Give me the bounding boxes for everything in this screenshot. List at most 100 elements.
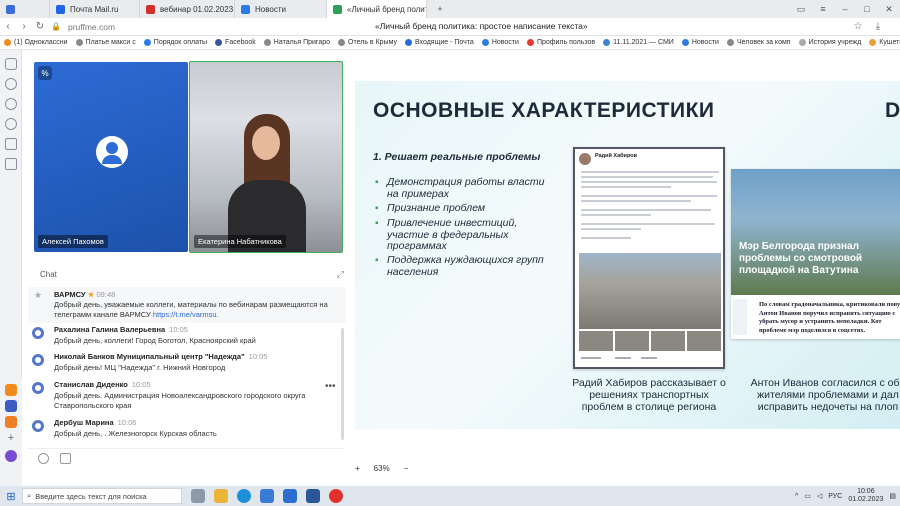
bookmark-item[interactable]: Профиль пользов	[523, 39, 599, 46]
bookmark-label: История учрежд	[808, 39, 862, 46]
tab-mail[interactable]: Почта Mail.ru	[50, 0, 140, 18]
message-more-icon[interactable]: •••	[325, 381, 336, 392]
chat-scrollbar[interactable]	[341, 328, 344, 440]
download-icon[interactable]: ⤓	[870, 18, 886, 36]
language-indicator[interactable]: РУС	[828, 493, 842, 500]
tab-0[interactable]	[0, 0, 50, 18]
windows-start-icon[interactable]: ⊞	[0, 486, 22, 506]
ok-app-icon[interactable]	[5, 416, 17, 428]
bookmark-favicon-icon	[75, 39, 83, 46]
store-icon[interactable]	[260, 489, 274, 503]
webinar-icon	[333, 4, 342, 14]
pinned-message: ★ ВАРМСУ ★ 09:48 Добрый день, уважаемые …	[28, 287, 346, 323]
slide-subtitle: 1. Решает реальные проблемы	[373, 151, 541, 163]
bookmark-label: Платье макси с	[85, 39, 136, 46]
yandex-browser-icon[interactable]	[329, 489, 343, 503]
window-menu-icon[interactable]: ▭	[790, 0, 812, 18]
chat-input[interactable]	[28, 448, 344, 468]
bookmark-item[interactable]: 11.11.2021 — СМИ	[599, 39, 678, 46]
menu-icon[interactable]: ≡	[812, 0, 834, 18]
slide-title-cut: D	[885, 99, 900, 122]
forward-icon[interactable]: ›	[16, 18, 32, 36]
tray-chevron-icon[interactable]: ^	[795, 493, 798, 500]
bookmark-item[interactable]: Новости	[678, 39, 723, 46]
mail-app-icon[interactable]	[283, 489, 297, 503]
explorer-icon[interactable]	[214, 489, 228, 503]
browser-tab-bar: Почта Mail.ru вебинар 01.02.2023 (1).p Н…	[0, 0, 900, 18]
zoom-controls: + 63% −	[355, 459, 475, 477]
bookmark-item[interactable]: Платье макси с	[72, 39, 140, 46]
bookmark-item[interactable]: Facebook	[211, 39, 260, 46]
tab-webinar[interactable]: «Личный бренд политика: простое написани…	[327, 0, 427, 18]
bookmark-item[interactable]: (1) Одноклассни	[0, 39, 72, 46]
alice-icon[interactable]	[5, 450, 17, 462]
clock[interactable]: 10:06 01.02.2023	[848, 488, 883, 504]
clock-time: 10:06	[857, 488, 875, 495]
word-icon[interactable]	[306, 489, 320, 503]
bookmark-star-icon[interactable]: ☆	[850, 18, 866, 36]
social-post-2: Мэр Белгорода признал проблемы со смотро…	[731, 169, 900, 339]
bookmark-label: Новости	[691, 39, 719, 46]
back-icon[interactable]: ‹	[0, 18, 16, 36]
pinned-author: ВАРМСУ	[54, 290, 86, 299]
bookmark-label: Наталья Пригаро	[273, 39, 330, 46]
add-icon[interactable]: +	[5, 432, 17, 444]
tab-news-label: Новости	[255, 4, 286, 14]
ok-icon[interactable]	[5, 384, 17, 396]
expand-icon[interactable]: ⤢	[337, 269, 344, 280]
speaker-face	[252, 126, 280, 160]
video-tile-speaker[interactable]: Екатерина Набатникова	[189, 61, 343, 253]
reload-icon[interactable]: ↻	[32, 18, 48, 36]
notifications-icon[interactable]: ▤	[889, 492, 896, 500]
bookmark-item[interactable]: Человек за комп	[723, 39, 795, 46]
zoom-in-button[interactable]: +	[355, 464, 360, 473]
bookmark-item[interactable]: Порядок оплаты	[140, 39, 211, 46]
bookmark-favicon-icon	[603, 39, 611, 46]
avatar	[96, 136, 128, 168]
network-icon[interactable]: ▭	[804, 492, 811, 500]
video-tile-host[interactable]: % Алексей Пахомов	[34, 62, 188, 252]
message-author: Станислав Диденко	[54, 380, 128, 389]
sidebar-play-icon[interactable]	[5, 98, 17, 110]
bookmark-item[interactable]: Отель в Крыму	[334, 39, 401, 46]
pin-icon[interactable]: %	[38, 66, 52, 80]
close-icon[interactable]: ✕	[878, 0, 900, 18]
bookmark-item[interactable]: Наталья Пригаро	[260, 39, 334, 46]
facebook-icon[interactable]	[5, 400, 17, 412]
message-text: Добрый день, . Железногорск Курская обла…	[54, 429, 217, 438]
sidebar-folder-icon[interactable]	[5, 138, 17, 150]
edge-icon[interactable]	[237, 489, 251, 503]
taskbar-search[interactable]: ⌕ Введите здесь текст для поиска	[22, 488, 182, 504]
bookmark-label: Facebook	[225, 39, 256, 46]
tab-news[interactable]: Новости	[235, 0, 327, 18]
attach-icon[interactable]	[60, 453, 71, 464]
slide-bullet: Демонстрация работы власти на примерах	[375, 176, 550, 200]
url-field[interactable]: pruffme.com	[68, 22, 115, 32]
sidebar-history-icon[interactable]	[5, 78, 17, 90]
bookmark-item[interactable]: История учрежд	[795, 39, 866, 46]
bookmarks-bar: (1) Одноклассни Платье макси с Порядок опл…	[0, 36, 900, 50]
minimize-icon[interactable]: –	[834, 0, 856, 18]
volume-icon[interactable]: ◁	[817, 492, 822, 500]
sidebar-home-icon[interactable]	[5, 58, 17, 70]
bookmark-item[interactable]: Входящие - Почта	[401, 39, 478, 46]
telegram-link[interactable]: https://t.me/varmsu.	[153, 310, 219, 319]
zoom-out-button[interactable]: −	[404, 464, 409, 473]
bookmark-item[interactable]: Новости	[478, 39, 523, 46]
sidebar-clock-icon[interactable]	[5, 118, 17, 130]
new-tab-button[interactable]: +	[429, 0, 451, 18]
post-avatar	[579, 153, 591, 165]
tab-chat[interactable]: Chat	[34, 268, 63, 281]
maximize-icon[interactable]: □	[856, 0, 878, 18]
sidebar-tab-icon[interactable]	[5, 158, 17, 170]
tab-pdf[interactable]: вебинар 01.02.2023 (1).p	[140, 0, 235, 18]
bookmark-favicon-icon	[869, 39, 877, 46]
mail-icon	[56, 4, 65, 14]
bookmark-item[interactable]: Кушетк	[865, 39, 900, 46]
slide: ОСНОВНЫЕ ХАРАКТЕРИСТИКИ D 1. Решает реал…	[355, 81, 900, 429]
emoji-icon[interactable]	[38, 453, 49, 464]
task-view-icon[interactable]	[191, 489, 205, 503]
social-post-1: Радий Хабиров	[573, 147, 725, 369]
bookmark-label: Кушетк	[879, 39, 900, 46]
user-icon	[32, 420, 44, 432]
